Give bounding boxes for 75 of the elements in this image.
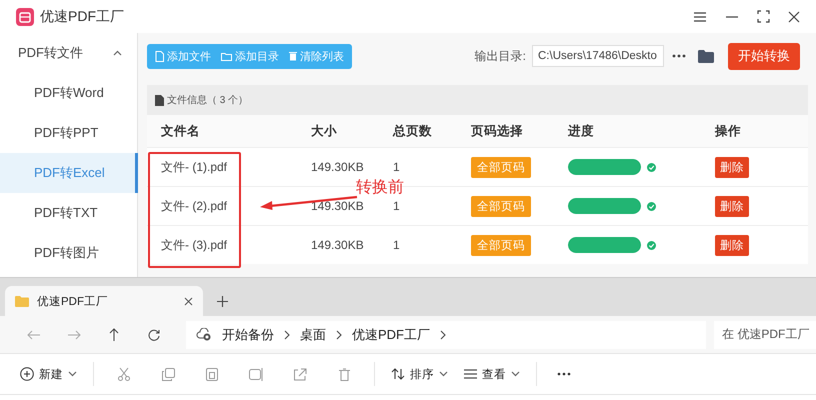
output-path-field[interactable]: C:\Users\17486\Deskto (532, 45, 664, 67)
new-button[interactable]: 新建 (14, 366, 83, 382)
caret-up-icon[interactable] (113, 50, 122, 56)
file-icon (155, 50, 164, 62)
start-convert-button[interactable]: 开始转换 (728, 42, 800, 70)
folder-icon[interactable] (698, 50, 714, 62)
folder-icon (221, 52, 232, 60)
page-count: 1 (393, 160, 400, 174)
more-icon[interactable] (672, 54, 686, 58)
sidebar-item[interactable]: PDF转图片 (0, 233, 138, 273)
column-header: 页码选择 (457, 115, 554, 147)
file-size: 149.30KB (311, 238, 364, 252)
window-title: 优速PDF工厂 (40, 8, 124, 26)
file-info-label: 文件信息（ 3 个） (167, 94, 248, 107)
sidebar-item[interactable]: PDF转TXT (0, 193, 138, 233)
explorer-tab[interactable]: 优速PDF工厂 (5, 286, 203, 316)
cut-icon[interactable] (118, 367, 130, 381)
sort-icon (391, 368, 405, 380)
check-circle-icon (647, 162, 656, 172)
caret-down-icon[interactable] (439, 371, 448, 377)
column-header: 操作 (701, 115, 808, 147)
search-field[interactable]: 在 优速PDF工厂 (714, 320, 816, 348)
up-icon[interactable] (109, 328, 119, 342)
maximize-icon[interactable] (757, 10, 770, 23)
annotation-label: 转换前 (356, 179, 404, 197)
sidebar-group[interactable]: PDF转文件 (0, 33, 138, 73)
address-bar[interactable]: 开始备份 桌面 优速PDF工厂 (186, 320, 706, 348)
more-icon[interactable] (557, 372, 571, 376)
file-name: 文件- (3).pdf (161, 236, 228, 254)
sidebar-item[interactable]: PDF转PPT (0, 113, 138, 153)
page-count: 1 (393, 238, 400, 252)
caret-down-icon[interactable] (511, 371, 520, 377)
file-name: 文件- (2).pdf (161, 198, 228, 214)
cloud-sync-icon (196, 328, 212, 341)
column-header: 进度 (554, 115, 701, 147)
page-count: 1 (393, 199, 400, 213)
sidebar-item[interactable]: PDF转Word (0, 73, 138, 113)
breadcrumb-item[interactable]: 开始备份 (222, 326, 274, 344)
breadcrumb-item[interactable]: 桌面 (300, 326, 326, 344)
sidebar-group-label: PDF转文件 (18, 44, 83, 62)
document-icon (155, 94, 164, 106)
trash-icon (289, 51, 297, 61)
check-circle-icon (647, 240, 656, 250)
app-logo-icon (16, 8, 34, 26)
column-header: 总页数 (379, 115, 457, 147)
chevron-right-icon[interactable] (336, 330, 342, 340)
folder-icon (15, 296, 29, 306)
new-tab-icon[interactable] (217, 296, 228, 306)
refresh-icon[interactable] (148, 328, 160, 340)
delete-icon[interactable] (338, 368, 350, 380)
chevron-right-icon[interactable] (284, 330, 290, 340)
sort-button[interactable]: 排序 (385, 366, 454, 382)
breadcrumb-item[interactable]: 优速PDF工厂 (352, 326, 430, 344)
copy-icon[interactable] (162, 368, 174, 380)
column-header: 文件名 (147, 115, 297, 147)
caret-down-icon[interactable] (68, 371, 77, 377)
chevron-right-icon[interactable] (440, 330, 446, 340)
view-button[interactable]: 查看 (458, 366, 526, 382)
file-size: 149.30KB (311, 199, 364, 213)
list-view-icon (464, 369, 477, 379)
file-name: 文件- (1).pdf (161, 158, 228, 176)
tab-title: 优速PDF工厂 (37, 294, 108, 308)
close-icon[interactable] (788, 10, 800, 22)
check-circle-icon (647, 202, 656, 210)
output-dir-label: 输出目录: (474, 48, 526, 64)
delete-button[interactable]: 删除 (715, 156, 749, 178)
share-icon[interactable] (293, 368, 307, 380)
close-icon[interactable] (184, 296, 193, 306)
delete-button[interactable]: 删除 (715, 234, 749, 256)
file-size: 149.30KB (311, 160, 364, 174)
paste-icon[interactable] (206, 367, 218, 381)
delete-button[interactable]: 删除 (715, 196, 749, 216)
add-circle-icon (20, 367, 34, 381)
column-header: 大小 (297, 115, 379, 147)
menu-icon[interactable] (693, 10, 707, 22)
